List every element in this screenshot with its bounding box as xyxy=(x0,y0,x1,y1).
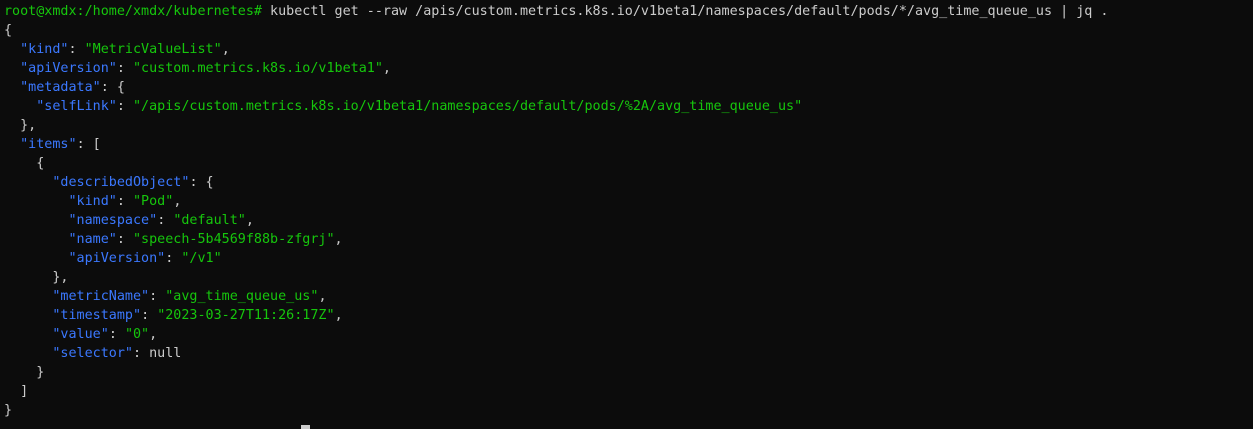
json-open-brace: { xyxy=(4,23,13,38)
json-string-value: "/v1" xyxy=(181,251,222,266)
command-line: root@xmdx:/home/xmdx/kubernetes# kubectl… xyxy=(0,2,1253,21)
json-key: "name" xyxy=(68,232,117,247)
json-key: "namespace" xyxy=(68,213,158,228)
json-line: "namespace": "default", xyxy=(68,213,254,228)
text-cursor xyxy=(301,425,310,429)
json-line: { xyxy=(0,21,1253,40)
shell-prompt: root@xmdx:/home/xmdx/kubernetes# xyxy=(4,4,262,19)
json-string-value: "avg_time_queue_us" xyxy=(165,289,319,304)
json-line: }, xyxy=(4,270,69,285)
json-key: "apiVersion" xyxy=(68,251,166,266)
json-close-brace: } xyxy=(4,403,13,418)
json-string-value: "0" xyxy=(124,327,150,342)
json-key: "describedObject" xyxy=(52,175,190,190)
json-line: "kind": "MetricValueList", xyxy=(20,42,230,57)
json-line: "metadata": { xyxy=(20,80,125,95)
json-line: "kind": "Pod", xyxy=(68,194,182,209)
json-string-value: "speech-5b4569f88b-zfgrj" xyxy=(133,232,335,247)
json-line: "timestamp": "2023-03-27T11:26:17Z", xyxy=(52,308,343,323)
json-key: "metadata" xyxy=(20,80,101,95)
json-line: "apiVersion": "/v1" xyxy=(68,251,222,266)
json-key: "apiVersion" xyxy=(20,61,117,76)
json-key: "selector" xyxy=(52,346,133,361)
json-line: "apiVersion": "custom.metrics.k8s.io/v1b… xyxy=(20,61,391,76)
json-string-value: "custom.metrics.k8s.io/v1beta1" xyxy=(133,61,383,76)
json-line: "value": "0", xyxy=(52,327,158,342)
json-line: "selector": null xyxy=(52,346,182,361)
json-line: } xyxy=(4,365,45,380)
terminal-window[interactable]: root@xmdx:/home/xmdx/kubernetes# kubectl… xyxy=(0,0,1253,429)
json-line: }, xyxy=(4,118,37,133)
json-line: "selfLink": "/apis/custom.metrics.k8s.io… xyxy=(36,99,803,114)
json-key: "selfLink" xyxy=(36,99,117,114)
json-line: "items": [ xyxy=(20,137,101,152)
json-null-value: null xyxy=(149,346,182,361)
json-key: "kind" xyxy=(68,194,117,209)
json-key: "metricName" xyxy=(52,289,150,304)
json-key: "value" xyxy=(52,327,109,342)
json-string-value: "MetricValueList" xyxy=(84,42,222,57)
json-line: "describedObject": { xyxy=(52,175,214,190)
json-key: "timestamp" xyxy=(52,308,142,323)
json-string-value: "2023-03-27T11:26:17Z" xyxy=(157,308,335,323)
command-text: kubectl get --raw /apis/custom.metrics.k… xyxy=(261,4,1109,19)
json-line: } xyxy=(0,401,1253,420)
json-line: "name": "speech-5b4569f88b-zfgrj", xyxy=(68,232,343,247)
json-key: "kind" xyxy=(20,42,69,57)
json-line: ] xyxy=(4,384,29,399)
json-string-value: "/apis/custom.metrics.k8s.io/v1beta1/nam… xyxy=(133,99,803,114)
json-string-value: "default" xyxy=(173,213,246,228)
json-key: "items" xyxy=(20,137,77,152)
json-line: { xyxy=(4,156,45,171)
json-line: "metricName": "avg_time_queue_us", xyxy=(52,289,327,304)
json-string-value: "Pod" xyxy=(133,194,174,209)
